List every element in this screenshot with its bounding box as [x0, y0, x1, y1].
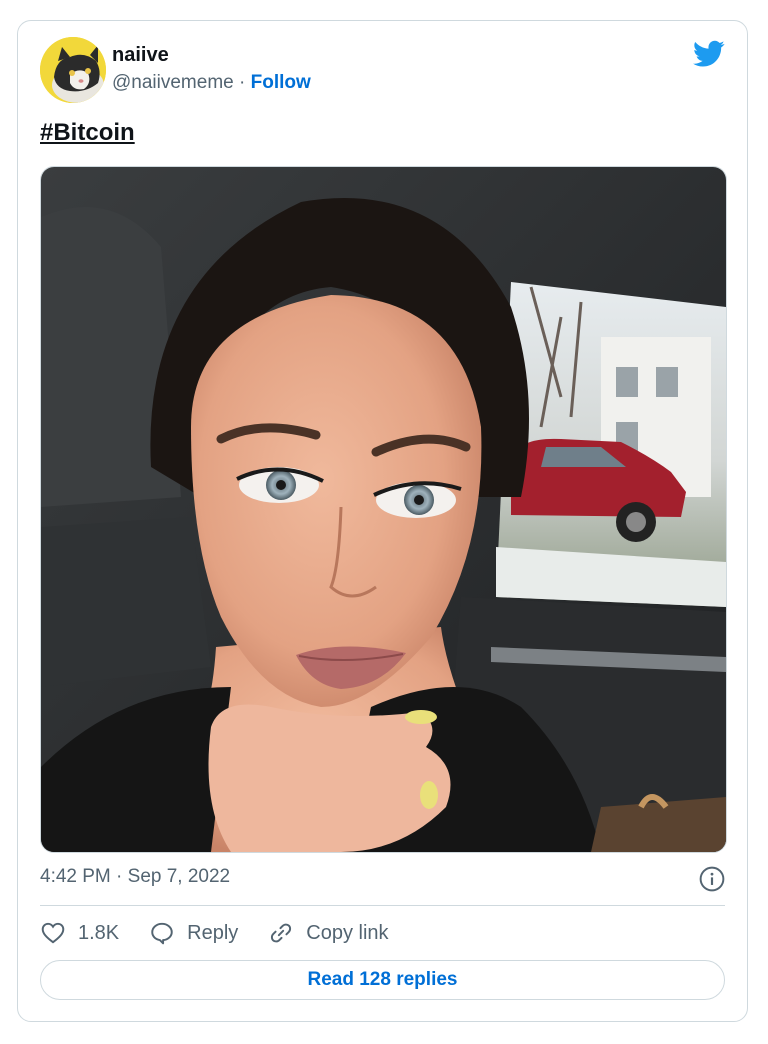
like-button[interactable]: 1.8K [40, 920, 119, 946]
info-icon[interactable] [699, 866, 725, 892]
read-replies-button[interactable]: Read 128 replies [40, 960, 725, 1000]
speech-bubble-icon [151, 922, 173, 945]
tweet-timestamp[interactable]: 4:42 PM · Sep 7, 2022 [40, 866, 230, 888]
link-icon [271, 923, 292, 943]
follow-button[interactable]: Follow [251, 72, 311, 93]
tweet-hashtag-link[interactable]: #Bitcoin [40, 119, 135, 147]
author-handle[interactable]: @naiivememe [112, 72, 234, 93]
author-name[interactable]: naiive [112, 44, 169, 67]
tweet-photo[interactable] [40, 166, 727, 853]
selfie-photo-image [41, 167, 726, 852]
heart-icon [41, 922, 65, 944]
twitter-bird-icon[interactable] [693, 40, 725, 68]
tweet-actions: 1.8K Reply Copy link [40, 918, 419, 948]
tweet-card: naiive @naiivememe · Follow #Bitcoin 4:4… [17, 20, 748, 1022]
copy-link-label: Copy link [306, 921, 389, 944]
author-handle-line: @naiivememe · Follow [112, 72, 311, 94]
avatar[interactable] [40, 37, 106, 103]
copy-link-button[interactable]: Copy link [268, 920, 389, 946]
reply-button[interactable]: Reply [149, 920, 238, 946]
reply-label: Reply [187, 921, 239, 944]
cat-avatar-icon [40, 37, 106, 103]
divider [40, 905, 725, 906]
likes-count: 1.8K [78, 921, 120, 944]
separator: · [239, 72, 246, 93]
